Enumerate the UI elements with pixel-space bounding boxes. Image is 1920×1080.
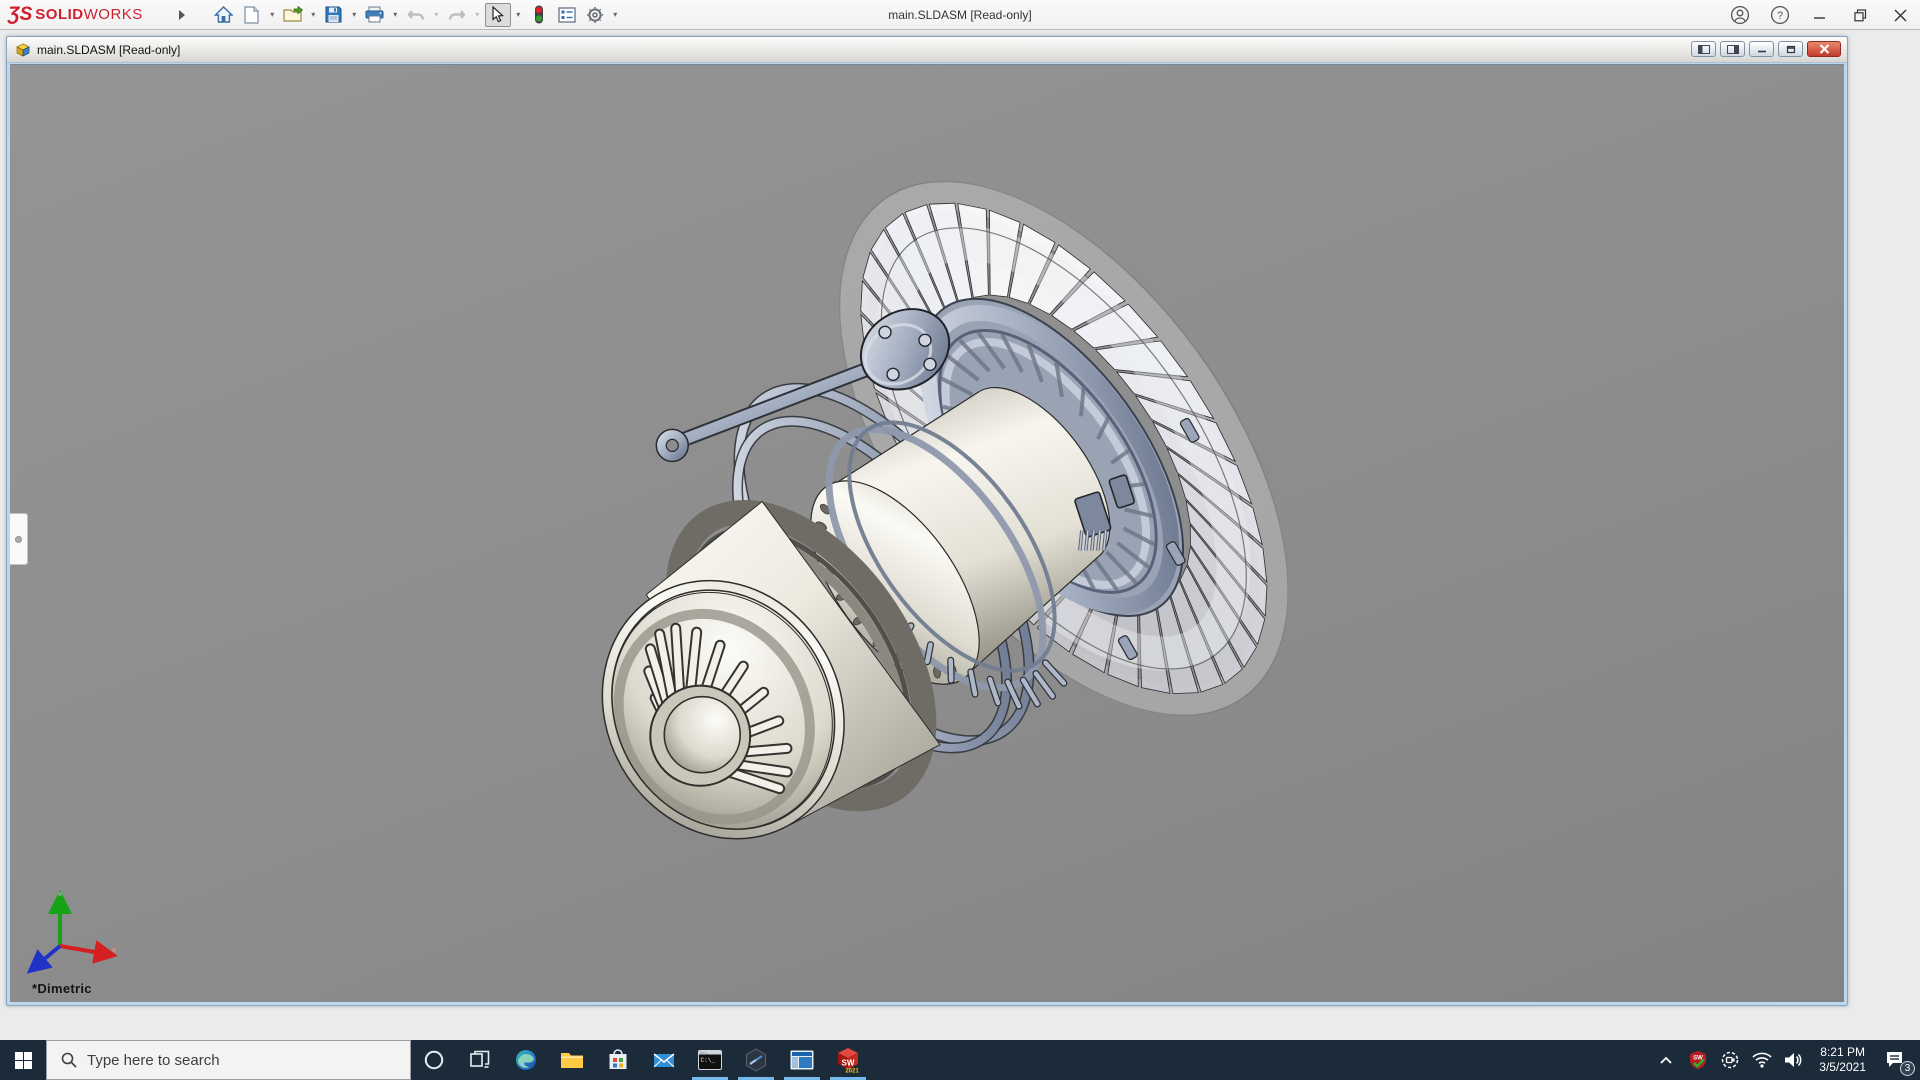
open-button[interactable] bbox=[280, 3, 306, 27]
document-window: main.SLDASM [Read-only] bbox=[6, 36, 1848, 1006]
jet-engine-model bbox=[10, 65, 1844, 1002]
start-button[interactable] bbox=[0, 1040, 46, 1080]
file-properties-button[interactable] bbox=[554, 3, 580, 27]
doc-toggle-left-pane-button[interactable] bbox=[1691, 41, 1716, 57]
options-button[interactable] bbox=[582, 3, 608, 27]
taskbar-mail-icon[interactable] bbox=[641, 1040, 687, 1080]
svg-text:C:\_: C:\_ bbox=[701, 1057, 716, 1064]
orientation-triad bbox=[24, 884, 134, 974]
print-dropdown-caret[interactable]: ▾ bbox=[390, 3, 401, 27]
tray-volume-icon[interactable] bbox=[1779, 1040, 1809, 1080]
doc-restore-button[interactable] bbox=[1778, 41, 1803, 57]
undo-button[interactable] bbox=[403, 3, 429, 27]
svg-text:C:\_: C:\_ bbox=[701, 1051, 710, 1056]
taskbar-edge-icon[interactable] bbox=[503, 1040, 549, 1080]
taskbar-file-explorer-icon[interactable] bbox=[549, 1040, 595, 1080]
collapsed-panel-tab[interactable] bbox=[10, 513, 28, 565]
ds-logo-mark: ƷS bbox=[8, 4, 32, 26]
save-button[interactable] bbox=[321, 3, 347, 27]
undo-dropdown-caret[interactable]: ▾ bbox=[431, 3, 442, 27]
minimize-button[interactable] bbox=[1800, 0, 1840, 30]
window-controls: ? bbox=[1720, 0, 1920, 30]
taskbar-solidworks-icon[interactable]: SW2021 bbox=[825, 1040, 871, 1080]
taskbar-desktop-app-icon[interactable] bbox=[779, 1040, 825, 1080]
document-window-buttons bbox=[1691, 41, 1841, 57]
status-light-button[interactable] bbox=[526, 3, 552, 27]
options-dropdown-caret[interactable]: ▾ bbox=[610, 3, 621, 27]
account-button[interactable] bbox=[1720, 0, 1760, 30]
clock-time: 8:21 PM bbox=[1819, 1045, 1866, 1060]
taskbar-hexagon-app-icon[interactable] bbox=[733, 1040, 779, 1080]
close-button[interactable] bbox=[1880, 0, 1920, 30]
taskbar-cortana-icon[interactable] bbox=[411, 1040, 457, 1080]
new-document-dropdown-caret[interactable]: ▾ bbox=[267, 3, 278, 27]
tray-hidden-icons-chevron-icon[interactable] bbox=[1651, 1040, 1681, 1080]
new-document-button[interactable] bbox=[239, 3, 265, 27]
print-button[interactable] bbox=[362, 3, 388, 27]
taskbar-empty-area[interactable] bbox=[871, 1040, 1651, 1080]
svg-text:2021: 2021 bbox=[845, 1069, 859, 1074]
select-button[interactable] bbox=[485, 3, 511, 27]
graphics-viewport[interactable]: *Dimetric bbox=[10, 64, 1844, 1002]
document-titlebar[interactable]: main.SLDASM [Read-only] bbox=[7, 37, 1847, 63]
z-axis bbox=[36, 946, 60, 966]
svg-text:?: ? bbox=[1777, 10, 1783, 22]
home-button[interactable] bbox=[211, 3, 237, 27]
tray-meet-now-icon[interactable] bbox=[1715, 1040, 1745, 1080]
doc-close-button[interactable] bbox=[1807, 41, 1841, 57]
save-dropdown-caret[interactable]: ▾ bbox=[349, 3, 360, 27]
doc-toggle-right-pane-button[interactable] bbox=[1720, 41, 1745, 57]
windows-taskbar: Type here to search C:\_C:\_SW2021 SW 8:… bbox=[0, 1040, 1920, 1080]
restore-button[interactable] bbox=[1840, 0, 1880, 30]
help-button[interactable]: ? bbox=[1760, 0, 1800, 30]
tray-wifi-icon[interactable] bbox=[1747, 1040, 1777, 1080]
y-axis-tip bbox=[58, 892, 62, 896]
redo-dropdown-caret[interactable]: ▾ bbox=[472, 3, 483, 27]
open-dropdown-caret[interactable]: ▾ bbox=[308, 3, 319, 27]
panel-tab-grip-icon bbox=[15, 536, 22, 543]
assembly-icon bbox=[15, 43, 31, 57]
search-placeholder: Type here to search bbox=[87, 1052, 220, 1069]
expand-arrow-button[interactable] bbox=[169, 3, 195, 27]
action-center-button[interactable]: 3 bbox=[1876, 1040, 1916, 1080]
select-dropdown-caret[interactable]: ▾ bbox=[513, 3, 524, 27]
view-orientation-label: *Dimetric bbox=[32, 981, 92, 996]
doc-minimize-button[interactable] bbox=[1749, 41, 1774, 57]
app-titlebar: ƷSSOLIDWORKS ▾▾▾▾▾▾▾▾ main.SLDASM [Read-… bbox=[0, 0, 1920, 30]
x-axis bbox=[60, 946, 106, 954]
document-title: main.SLDASM [Read-only] bbox=[37, 43, 180, 57]
notification-badge: 3 bbox=[1900, 1061, 1915, 1076]
taskbar-clock[interactable]: 8:21 PM 3/5/2021 bbox=[1811, 1045, 1874, 1075]
taskbar-task-view-icon[interactable] bbox=[457, 1040, 503, 1080]
taskbar-app-icons: C:\_C:\_ SW2021 bbox=[411, 1040, 871, 1080]
system-tray: SW 8:21 PM 3/5/2021 3 bbox=[1651, 1040, 1920, 1080]
x-axis-tip bbox=[112, 948, 116, 952]
search-icon bbox=[61, 1052, 77, 1068]
main-toolbar: ▾ ▾ ▾ ▾ ▾ ▾ ▾ ▾ bbox=[169, 3, 621, 27]
taskbar-search[interactable]: Type here to search bbox=[46, 1040, 411, 1080]
taskbar-store-icon[interactable] bbox=[595, 1040, 641, 1080]
solidworks-logo: ƷSSOLIDWORKS bbox=[8, 4, 143, 26]
svg-text:SW: SW bbox=[842, 1059, 855, 1068]
tray-solidworks-status-icon[interactable]: SW bbox=[1683, 1040, 1713, 1080]
redo-button[interactable] bbox=[444, 3, 470, 27]
taskbar-terminal-icon[interactable]: C:\_C:\_ bbox=[687, 1040, 733, 1080]
clock-date: 3/5/2021 bbox=[1819, 1060, 1866, 1075]
